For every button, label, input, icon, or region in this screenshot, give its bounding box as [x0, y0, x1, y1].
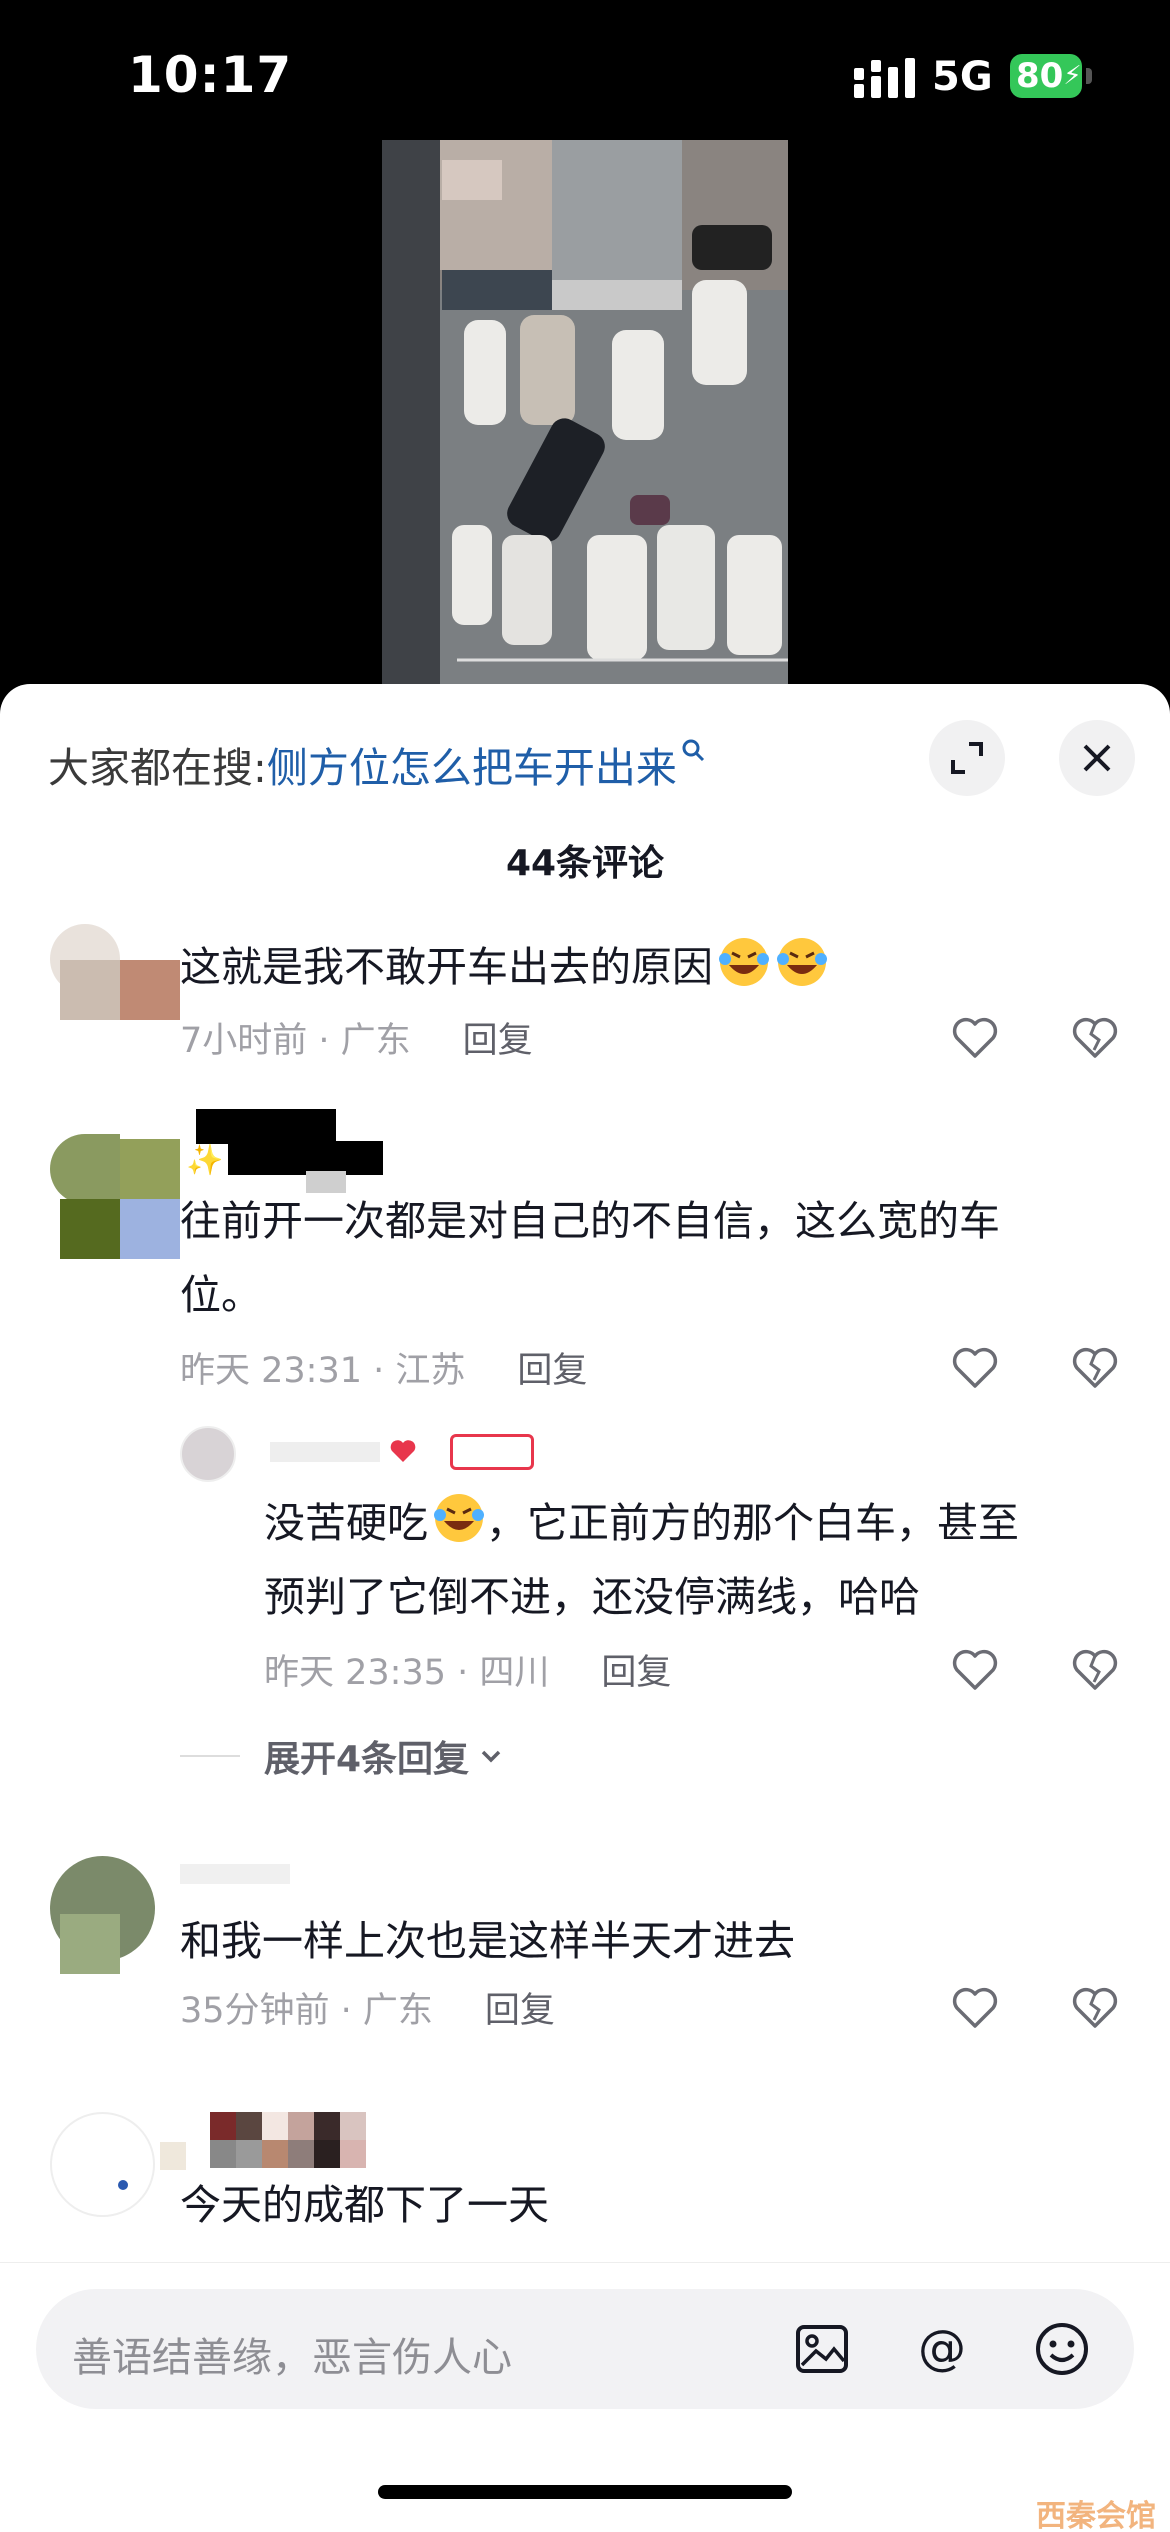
reply-time-location: 昨天 23:35 · 四川 [264, 1653, 550, 1693]
svg-text:@: @ [918, 2320, 966, 2376]
sparkle-icon: ✨ [186, 1143, 224, 1178]
comment-text: 和我一样上次也是这样半天才进去 [180, 1917, 795, 1965]
reply-button[interactable]: 回复 [601, 1644, 671, 1695]
avatar-mosaic [60, 960, 120, 1020]
image-icon[interactable] [792, 2319, 852, 2379]
comment-text: 这就是我不敢开车出去的原因 [180, 930, 829, 1004]
comment-body-line: 位。 [180, 1271, 262, 1319]
avatar-mosaic [60, 1199, 120, 1259]
avatar-mosaic [50, 1134, 120, 1204]
avatar-mosaic [120, 960, 180, 1020]
comment-meta: 昨天 23:31 · 江苏 回复 [180, 1342, 587, 1393]
avatar-mosaic [60, 1914, 120, 1974]
status-time: 10:17 [128, 46, 293, 104]
comment-text: 往前开一次都是对自己的不自信，这么宽的车 位。 [180, 1184, 1000, 1332]
laughing-crying-emoji-icon [434, 1494, 484, 1542]
home-indicator[interactable] [378, 2485, 792, 2499]
expand-replies-button[interactable]: 展开4条回复 [180, 1730, 505, 1782]
comment-text: 今天的成都下了一天 [180, 2181, 549, 2229]
close-button[interactable] [1059, 720, 1135, 796]
username-redacted [160, 2112, 370, 2170]
avatar[interactable] [50, 1694, 51, 1695]
comment-time-location: 昨天 23:31 · 江苏 [180, 1351, 466, 1391]
divider [180, 1755, 240, 1757]
reply-meta: 昨天 23:35 · 四川 回复 [264, 1644, 671, 1695]
expand-replies-label: 展开4条回复 [264, 1739, 470, 1780]
username-redacted [180, 1864, 290, 1884]
reply-username-redacted [270, 1430, 540, 1474]
dislike-broken-heart-icon[interactable] [1068, 1010, 1122, 1064]
reply-body-line: 预判了它倒不进，还没停满线，哈哈 [264, 1573, 920, 1621]
comment-time-location: 7小时前 · 广东 [180, 1021, 411, 1061]
battery-level: 80 [1016, 56, 1064, 96]
reply-text: 没苦硬吃 ，它正前方的那个白车，甚至 预判了它倒不进，还没停满线，哈哈 [264, 1486, 1019, 1634]
laughing-crying-emoji-icon [777, 938, 827, 986]
like-heart-icon[interactable] [948, 1010, 1002, 1064]
search-prefix: 大家都在搜: [48, 744, 267, 792]
comment-body-line: 往前开一次都是对自己的不自信，这么宽的车 [180, 1197, 1000, 1245]
watermark-logo: 西秦会馆 [1036, 2499, 1156, 2532]
comment-input-placeholder: 善语结善缘，恶言伤人心 [72, 2335, 512, 2381]
dislike-broken-heart-icon[interactable] [1068, 1642, 1122, 1696]
laughing-crying-emoji-icon [719, 938, 769, 986]
status-bar: 10:17 5G 80 ⚡ [0, 0, 1170, 150]
search-icon [682, 739, 704, 762]
reply-button[interactable]: 回复 [517, 1342, 587, 1393]
username-redacted: ✨ [186, 1109, 396, 1193]
emoji-icon[interactable] [1032, 2319, 1092, 2379]
dislike-broken-heart-icon[interactable] [1068, 1980, 1122, 2034]
video-player[interactable] [382, 140, 788, 685]
chevron-down-icon [481, 1750, 501, 1763]
trending-search[interactable]: 大家都在搜: 侧方位怎么把车开出来 [48, 729, 705, 799]
reply-button[interactable]: 回复 [485, 1982, 555, 2033]
avatar-mosaic [120, 1139, 180, 1199]
charging-bolt-icon: ⚡ [1063, 61, 1082, 91]
comments-sheet: 大家都在搜: 侧方位怎么把车开出来 44条评论 这就是我不敢开车出去的原因 7小… [0, 684, 1170, 2532]
comment-composer: 善语结善缘，恶言伤人心 @ 西秦会馆 [0, 2262, 1170, 2532]
network-type: 5G [932, 54, 993, 100]
comment-meta: 35分钟前 · 广东 回复 [180, 1982, 555, 2033]
mention-icon[interactable]: @ [912, 2319, 972, 2379]
comment-input[interactable]: 善语结善缘，恶言伤人心 @ [36, 2289, 1134, 2409]
like-heart-icon[interactable] [948, 1980, 1002, 2034]
reply-body: 没苦硬吃 [264, 1499, 428, 1547]
expand-sheet-button[interactable] [929, 720, 1005, 796]
expand-icon [951, 742, 983, 774]
like-heart-icon[interactable] [948, 1642, 1002, 1696]
avatar-dot [118, 2180, 128, 2190]
avatar-mosaic [120, 1199, 180, 1259]
cellular-signal-icon [854, 58, 915, 98]
dislike-broken-heart-icon[interactable] [1068, 1340, 1122, 1394]
battery-cap [1086, 68, 1092, 84]
comment-time-location: 35分钟前 · 广东 [180, 1991, 433, 2031]
search-query-link[interactable]: 侧方位怎么把车开出来 [267, 734, 677, 794]
reply-button[interactable]: 回复 [463, 1012, 533, 1063]
comment-body: 这就是我不敢开车出去的原因 [180, 943, 713, 991]
reply-body: ，它正前方的那个白车，甚至 [486, 1499, 1019, 1547]
close-icon [1083, 744, 1111, 772]
video-frame [382, 140, 788, 685]
heart-badge-icon [388, 1436, 418, 1466]
comment-meta: 7小时前 · 广东 回复 [180, 1012, 533, 1063]
reply-avatar[interactable] [180, 1426, 236, 1482]
like-heart-icon[interactable] [948, 1340, 1002, 1394]
battery-indicator: 80 ⚡ [1010, 54, 1082, 98]
avatar[interactable] [50, 2112, 155, 2217]
comment-count: 44条评论 [505, 843, 665, 884]
